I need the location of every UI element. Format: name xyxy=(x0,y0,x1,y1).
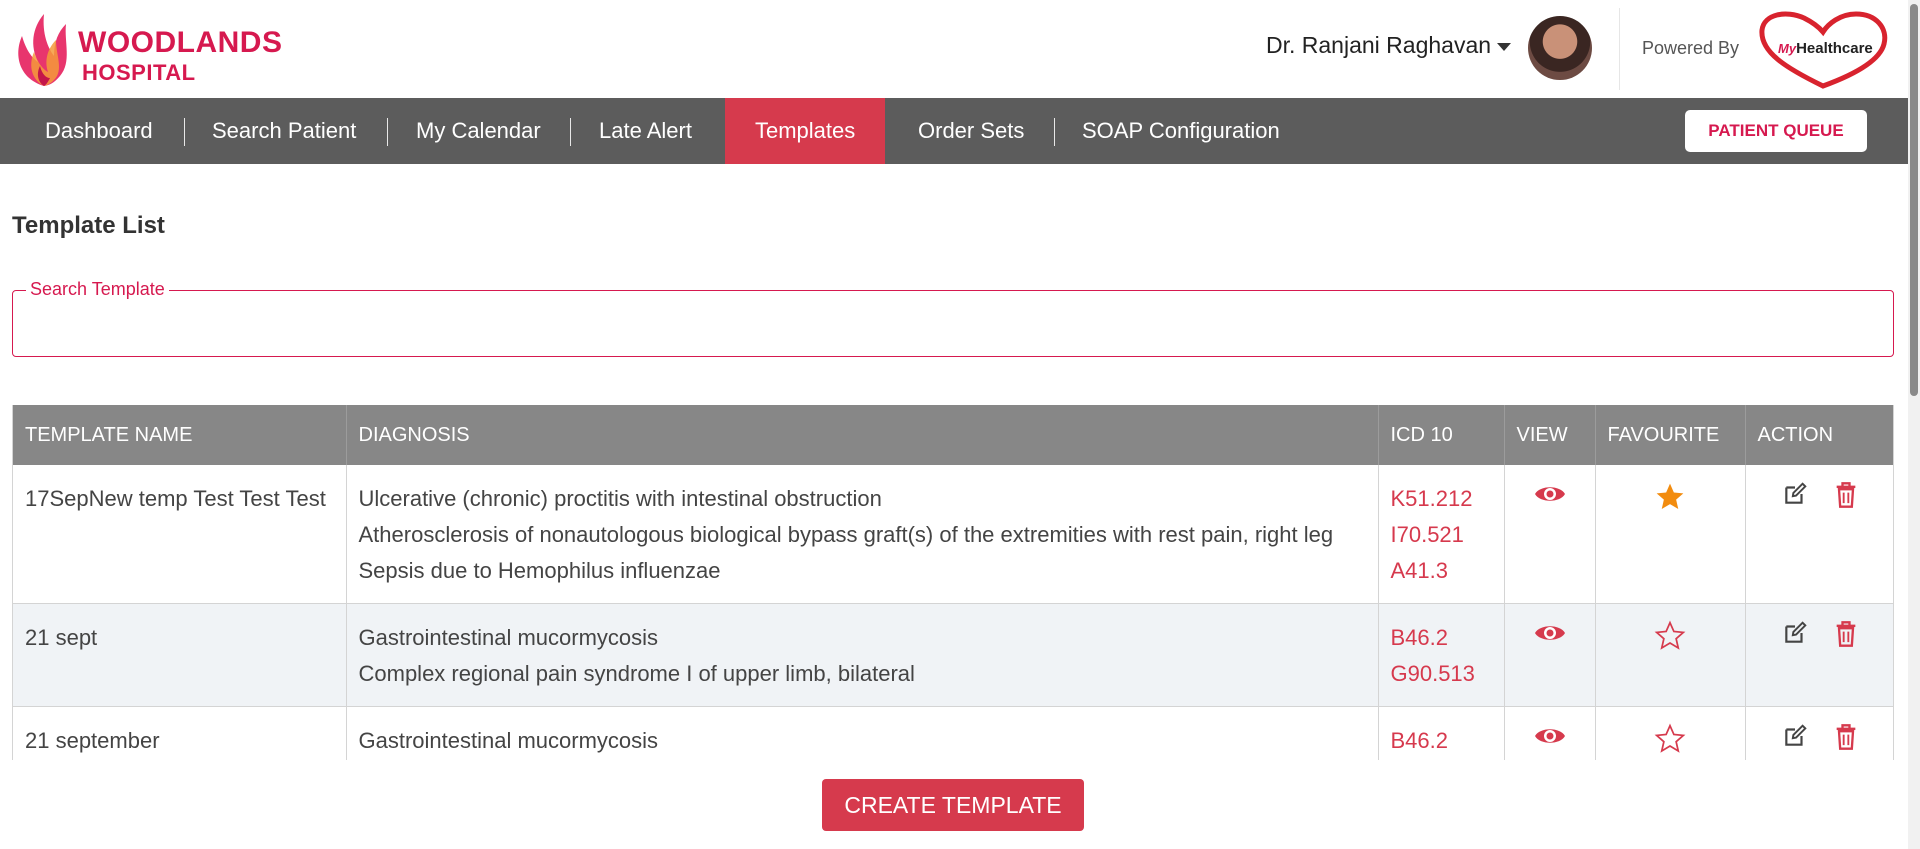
table-row: 17SepNew temp Test Test Test Ulcerative … xyxy=(13,465,1893,604)
icd-cell: K51.212 I70.521 A41.3 xyxy=(1378,465,1505,604)
search-input[interactable] xyxy=(14,298,1890,354)
chevron-down-icon[interactable] xyxy=(1497,43,1511,51)
diagnosis-item: Complex regional pain syndrome I of uppe… xyxy=(358,661,915,686)
create-template-button[interactable]: CREATE TEMPLATE xyxy=(822,779,1084,831)
edit-icon[interactable] xyxy=(1782,481,1808,518)
action-cell xyxy=(1745,706,1893,760)
action-cell xyxy=(1745,603,1893,707)
icd-code: K51.212 xyxy=(1390,486,1473,511)
nav-item-search-patient[interactable]: Search Patient xyxy=(182,98,386,164)
diagnosis-item: Atherosclerosis of nonautologous biologi… xyxy=(358,522,1334,547)
icd-cell: B46.2 xyxy=(1378,706,1505,760)
table-row: 21 september Gastrointestinal mucormycos… xyxy=(13,706,1893,760)
nav-item-soap-configuration[interactable]: SOAP Configuration xyxy=(1052,98,1310,164)
eye-icon[interactable] xyxy=(1534,723,1566,759)
nav-item-my-calendar[interactable]: My Calendar xyxy=(386,98,571,164)
icd-cell: B46.2 G90.513 xyxy=(1378,603,1505,707)
template-name-cell: 21 sept xyxy=(13,603,347,707)
brand-name: WOODLANDS xyxy=(78,26,283,59)
template-name-cell: 21 september xyxy=(13,706,347,760)
diagnosis-cell: Gastrointestinal mucormycosis xyxy=(346,706,1379,760)
icd-code: B46.2 xyxy=(1390,625,1449,650)
column-header-action: ACTION xyxy=(1745,405,1893,465)
trash-icon[interactable] xyxy=(1834,620,1858,659)
nav-item-templates[interactable]: Templates xyxy=(725,98,886,164)
favourite-cell xyxy=(1595,603,1746,707)
action-cell xyxy=(1745,465,1893,604)
patient-queue-button[interactable]: PATIENT QUEUE xyxy=(1685,110,1867,152)
trash-icon[interactable] xyxy=(1834,723,1858,760)
avatar[interactable] xyxy=(1528,16,1592,80)
brand-subtitle: HOSPITAL xyxy=(82,60,196,85)
favourite-cell xyxy=(1595,465,1746,604)
star-outline-icon[interactable] xyxy=(1654,620,1686,663)
nav-item-dashboard[interactable]: Dashboard xyxy=(15,98,183,164)
nav-item-order-sets[interactable]: Order Sets xyxy=(888,98,1054,164)
column-header-diagnosis[interactable]: DIAGNOSIS xyxy=(346,405,1379,465)
eye-icon[interactable] xyxy=(1534,481,1566,517)
icd-code: I70.521 xyxy=(1390,522,1464,547)
favourite-cell xyxy=(1595,706,1746,760)
diagnosis-item: Sepsis due to Hemophilus influenzae xyxy=(358,558,721,583)
nav-item-late-alert[interactable]: Late Alert xyxy=(569,98,722,164)
diagnosis-item: Gastrointestinal mucormycosis xyxy=(358,625,659,650)
partner-logo-text: MyHealthcare xyxy=(1778,40,1873,57)
diagnosis-cell: Gastrointestinal mucormycosis Complex re… xyxy=(346,603,1379,707)
icd-code: A41.3 xyxy=(1390,558,1449,583)
powered-by-label: Powered By xyxy=(1642,38,1740,58)
trash-icon[interactable] xyxy=(1834,481,1858,520)
view-cell xyxy=(1504,465,1596,604)
edit-icon[interactable] xyxy=(1782,620,1808,657)
scrollbar-thumb[interactable] xyxy=(1910,4,1918,396)
template-table: TEMPLATE NAME DIAGNOSIS ICD 10 VIEW FAVO… xyxy=(12,405,1894,760)
app-header: WOODLANDS HOSPITAL Dr. Ranjani Raghavan … xyxy=(0,0,1908,98)
woodlands-logo[interactable]: WOODLANDS HOSPITAL xyxy=(14,12,284,88)
diagnosis-item: Gastrointestinal mucormycosis xyxy=(358,728,659,753)
page-title: Template List xyxy=(12,212,165,239)
icd-code: G90.513 xyxy=(1390,661,1475,686)
column-header-icd10[interactable]: ICD 10 xyxy=(1378,405,1505,465)
diagnosis-item: Ulcerative (chronic) proctitis with inte… xyxy=(358,486,882,511)
column-header-template-name[interactable]: TEMPLATE NAME xyxy=(13,405,347,465)
view-cell xyxy=(1504,603,1596,707)
main-nav: Dashboard Search Patient My Calendar Lat… xyxy=(0,98,1908,164)
view-cell xyxy=(1504,706,1596,760)
table-row: 21 sept Gastrointestinal mucormycosis Co… xyxy=(13,603,1893,707)
icd-code: B46.2 xyxy=(1390,728,1449,753)
table-header-row: TEMPLATE NAME DIAGNOSIS ICD 10 VIEW FAVO… xyxy=(13,405,1893,465)
diagnosis-cell: Ulcerative (chronic) proctitis with inte… xyxy=(346,465,1379,604)
user-name-dropdown[interactable]: Dr. Ranjani Raghavan xyxy=(1266,32,1491,59)
star-filled-icon[interactable] xyxy=(1654,481,1686,524)
search-label: Search Template xyxy=(26,279,169,300)
star-outline-icon[interactable] xyxy=(1654,723,1686,760)
header-divider xyxy=(1619,8,1620,90)
eye-icon[interactable] xyxy=(1534,620,1566,656)
column-header-favourite: FAVOURITE xyxy=(1595,405,1746,465)
flame-logo-icon xyxy=(18,14,67,86)
edit-icon[interactable] xyxy=(1782,723,1808,760)
template-name-cell: 17SepNew temp Test Test Test xyxy=(13,465,347,604)
column-header-view: VIEW xyxy=(1504,405,1596,465)
page-scrollbar[interactable] xyxy=(1908,0,1920,849)
